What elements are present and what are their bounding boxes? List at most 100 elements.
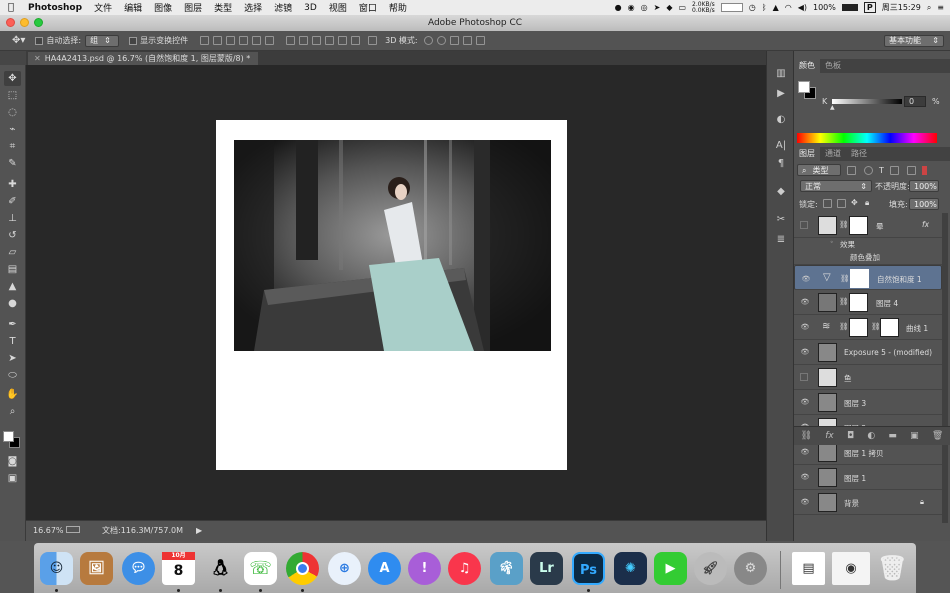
k-value-input[interactable]: 0 [904, 96, 926, 107]
menu-type[interactable]: 类型 [208, 1, 238, 14]
search-icon[interactable]: ⌕ [927, 3, 931, 13]
menu-app-name[interactable]: Photoshop [22, 3, 88, 13]
layer-row[interactable]: 鱼 [794, 365, 942, 390]
tab-layers[interactable]: 图层 [794, 147, 820, 161]
eye-icon[interactable]: 👁︎ [800, 498, 810, 506]
battery-icon[interactable] [841, 4, 858, 11]
auto-select-checkbox[interactable] [35, 36, 46, 45]
filter-adjust-icon[interactable] [864, 165, 873, 175]
brush-tool-icon[interactable]: ✐ [4, 194, 21, 209]
lasso-tool-icon[interactable]: ◌ [4, 105, 21, 120]
eraser-tool-icon[interactable]: ▱ [4, 245, 21, 260]
clone-stamp-tool-icon[interactable]: ⊥ [4, 211, 21, 226]
safari-icon[interactable]: ⊕ [328, 552, 361, 585]
layer-mask-thumbnail[interactable] [850, 269, 869, 288]
zoom-level[interactable]: 16.67% [33, 523, 64, 539]
shape-tool-icon[interactable]: ⬭ [4, 368, 21, 383]
export-icon[interactable] [66, 526, 80, 533]
menu-file[interactable]: 文件 [88, 1, 118, 14]
layer-vector-mask-thumbnail[interactable] [880, 318, 899, 337]
gradient-tool-icon[interactable]: ▤ [4, 262, 21, 277]
crop-tool-icon[interactable]: ⌗ [4, 139, 21, 154]
layer-row[interactable]: 👁︎ 图层 3 [794, 390, 942, 415]
filter-type-icon[interactable]: T [879, 166, 884, 175]
layer-filter-dropdown[interactable]: ⌕ 类型 [797, 164, 841, 176]
visibility-toggle-off[interactable] [800, 221, 808, 229]
menu-3d[interactable]: 3D [298, 3, 323, 13]
apple-icon[interactable]:  [0, 2, 22, 13]
photoshop-icon[interactable]: Ps [572, 552, 605, 585]
align-vcenter-icon[interactable] [213, 36, 223, 45]
menu-view[interactable]: 视图 [323, 1, 353, 14]
eye-icon[interactable]: 👁︎ [800, 473, 810, 481]
layer-row[interactable]: 👁︎ 背景 🔒︎ [794, 490, 942, 515]
eye-icon[interactable]: 👁︎ [800, 398, 810, 406]
wifi-icon[interactable]: ◠ [785, 3, 792, 12]
layer-mask-thumbnail[interactable] [849, 216, 868, 235]
display-icon[interactable]: ▭ [678, 3, 686, 12]
calendar-icon[interactable]: 10月 8 [162, 552, 195, 585]
opacity-input[interactable]: 100% [909, 180, 939, 192]
character-panel-icon[interactable]: A| [774, 139, 788, 153]
blur-tool-icon[interactable]: ▲ [4, 279, 21, 294]
eye-icon[interactable]: 👁︎ [800, 298, 810, 306]
path-select-tool-icon[interactable]: ➤ [4, 351, 21, 366]
facetime-icon[interactable]: ▶ [654, 552, 687, 585]
move-tool-icon[interactable]: ✥ [4, 71, 21, 86]
adjustments-panel-icon[interactable]: ◐ [774, 113, 788, 127]
color-spectrum[interactable] [797, 133, 937, 143]
qq-icon[interactable]: 🐧︎ [204, 552, 237, 585]
type-tool-icon[interactable]: T [4, 334, 21, 349]
pen-tool-icon[interactable]: ✒ [4, 317, 21, 332]
hand-tool-icon[interactable]: ✋ [4, 387, 21, 402]
document-stack-icon[interactable]: ▤ [792, 552, 825, 585]
actions-panel-icon[interactable]: ▶ [774, 87, 788, 101]
network-speed[interactable]: 2.0KB/s 0.0KB/s [692, 1, 715, 14]
cpu-graph-icon[interactable] [720, 3, 743, 12]
document-canvas[interactable] [216, 120, 567, 470]
bluetooth-icon[interactable]: ᛒ [762, 3, 767, 12]
3d-scale-icon[interactable] [475, 36, 485, 45]
tab-paths[interactable]: 路径 [846, 147, 872, 161]
marquee-tool-icon[interactable]: ⬚ [4, 88, 21, 103]
feedback-icon[interactable]: ! [408, 552, 441, 585]
zoom-button[interactable] [34, 18, 43, 27]
lock-position-icon[interactable]: ✥ [851, 198, 858, 207]
messages-icon[interactable]: 💬︎ [122, 552, 155, 585]
delete-layer-icon[interactable]: 🗑︎ [932, 431, 943, 441]
eye-icon[interactable]: 👁︎ [800, 323, 810, 331]
tab-close-icon[interactable]: ✕ [34, 54, 41, 63]
3d-slide-icon[interactable] [462, 36, 472, 45]
add-style-icon[interactable]: fx [825, 431, 834, 441]
3d-pan-icon[interactable] [449, 36, 459, 45]
fill-input[interactable]: 100% [909, 198, 939, 210]
filter-pixel-icon[interactable] [847, 165, 856, 175]
document-tab[interactable]: ✕ HA4A2413.psd @ 16.7% (自然饱和度 1, 图层蒙版/8) … [28, 52, 259, 65]
status-menu-arrow-icon[interactable]: ▶ [196, 523, 202, 539]
send-icon[interactable]: ➤ [654, 3, 661, 12]
filter-smart-icon[interactable] [906, 165, 916, 175]
tab-color[interactable]: 颜色 [794, 59, 820, 73]
distribute-top-icon[interactable] [286, 36, 296, 45]
toolbar-grip[interactable] [0, 51, 26, 65]
minimize-button[interactable] [20, 18, 29, 27]
fg-swatch[interactable] [798, 81, 810, 93]
foreground-color-swatch[interactable] [3, 431, 14, 442]
dropbox-icon[interactable]: ◆ [666, 3, 672, 12]
launchpad-icon[interactable]: 🚀︎ [694, 552, 727, 585]
menu-layer[interactable]: 图层 [178, 1, 208, 14]
effects-row[interactable]: ◦ 效果 [794, 238, 942, 251]
finder-icon[interactable]: ☺ [40, 552, 73, 585]
lock-transparent-icon[interactable] [823, 199, 832, 208]
distribute-left-icon[interactable] [325, 36, 335, 45]
align-top-icon[interactable] [200, 36, 210, 45]
align-left-icon[interactable] [239, 36, 249, 45]
link-layers-icon[interactable]: ⛓︎ [801, 431, 812, 441]
time-machine-icon[interactable]: ◷ [749, 3, 756, 12]
layer-row[interactable]: ⛓︎ 晕 fx [794, 213, 942, 238]
show-transform-checkbox[interactable] [129, 36, 140, 45]
history-brush-tool-icon[interactable]: ↺ [4, 228, 21, 243]
new-adjustment-icon[interactable]: ◐ [867, 431, 875, 441]
volume-icon[interactable]: ◀) [798, 3, 807, 12]
chrome-icon[interactable] [286, 552, 319, 585]
